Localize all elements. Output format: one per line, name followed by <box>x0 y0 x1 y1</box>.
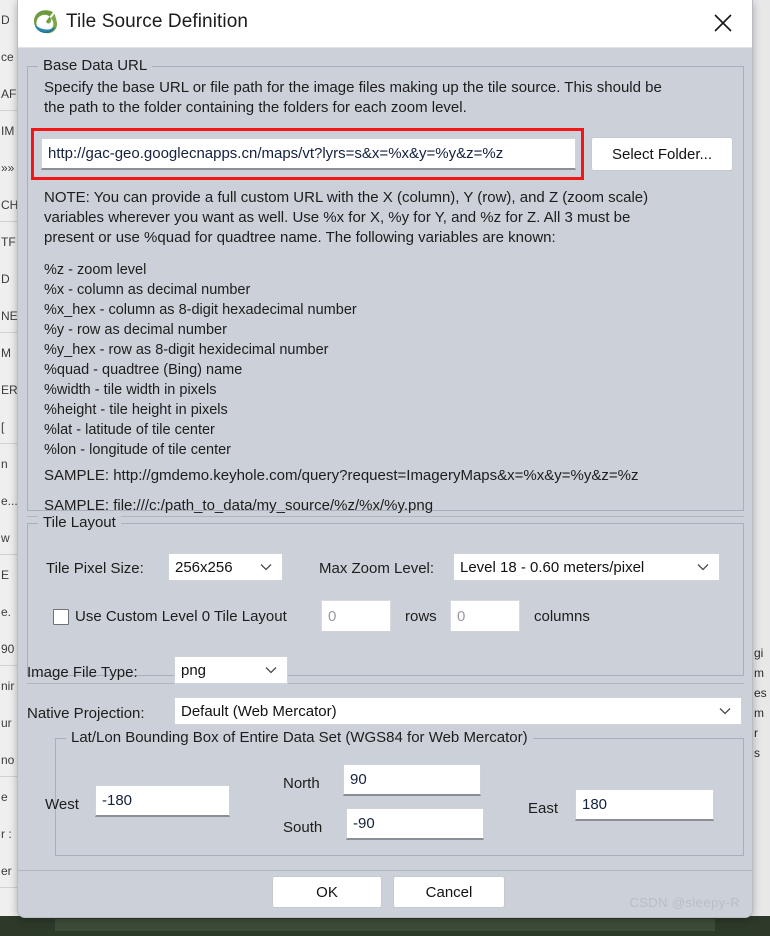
tile-pixel-size-label: Tile Pixel Size: <box>46 560 144 577</box>
background-text-fragment: w <box>1 531 10 545</box>
south-label: South <box>283 819 323 836</box>
max-zoom-level-select[interactable]: Level 18 - 0.60 meters/pixel <box>453 553 720 581</box>
variable-item: %lat - latitude of tile center <box>44 422 215 438</box>
select-folder-button[interactable]: Select Folder... <box>591 137 733 171</box>
background-text-fragment: AF <box>1 87 17 101</box>
tile-layout-group-label: Tile Layout <box>38 514 121 531</box>
background-text-fragment: M <box>1 346 11 360</box>
background-text-fragment: D <box>1 13 10 27</box>
checkbox-indicator[interactable] <box>53 608 69 625</box>
tile-layout-separator <box>27 516 744 517</box>
tile-pixel-size-value: 256x256 <box>175 558 233 576</box>
watermark: CSDN @sleepy-R <box>629 895 740 910</box>
background-text-fragment: m <box>754 666 764 680</box>
background-text-fragment: m <box>754 706 764 720</box>
ok-button[interactable]: OK <box>272 876 382 908</box>
image-file-type-separator <box>27 683 744 684</box>
background-text-fragment: gi <box>754 646 764 660</box>
background-text-fragment: nir <box>1 679 15 693</box>
use-custom-level0-checkbox[interactable]: Use Custom Level 0 Tile Layout <box>53 608 287 625</box>
north-input[interactable]: 90 <box>343 764 481 796</box>
columns-input[interactable]: 0 <box>450 600 520 632</box>
background-text-fragment: n <box>1 457 8 471</box>
image-file-type-select[interactable]: png <box>174 656 288 684</box>
chevron-down-icon <box>258 563 274 571</box>
background-text-fragment: s <box>754 746 760 760</box>
chevron-down-icon <box>695 563 711 571</box>
note-line1: NOTE: You can provide a full custom URL … <box>44 189 649 206</box>
image-file-type-value: png <box>181 661 207 679</box>
dialog-body: Base Data URL Specify the base URL or fi… <box>18 48 752 918</box>
background-text-fragment: ur <box>1 716 12 730</box>
cancel-button[interactable]: Cancel <box>393 876 505 908</box>
footer-separator <box>18 870 752 871</box>
chevron-down-icon <box>263 666 279 674</box>
variable-item: %lon - longitude of tile center <box>44 442 231 458</box>
globe-icon <box>32 9 59 36</box>
base-url-input[interactable]: http://gac-geo.googlecnapps.cn/maps/vt?l… <box>41 138 576 170</box>
background-text-fragment: [ <box>1 420 5 434</box>
background-text-fragment: ER <box>1 383 18 397</box>
image-file-type-label: Image File Type: <box>27 664 138 681</box>
variable-item: %x - column as decimal number <box>44 282 251 298</box>
background-text-fragment: e. <box>1 605 12 619</box>
background-text-fragment: r : <box>1 827 12 841</box>
background-text-fragment: E <box>1 568 10 582</box>
variable-item: %quad - quadtree (Bing) name <box>44 362 243 378</box>
rows-input[interactable]: 0 <box>321 600 391 632</box>
background-text-fragment: ce <box>1 50 14 64</box>
max-zoom-level-label: Max Zoom Level: <box>319 560 435 577</box>
variable-item: %width - tile width in pixels <box>44 382 217 398</box>
south-input[interactable]: -90 <box>346 808 484 840</box>
dialog-title-bar: Tile Source Definition <box>18 0 752 48</box>
west-label: West <box>45 796 79 813</box>
max-zoom-level-value: Level 18 - 0.60 meters/pixel <box>460 558 645 576</box>
background-text-fragment: no <box>1 753 15 767</box>
base-data-url-group-label: Base Data URL <box>38 57 153 74</box>
variable-item: %height - tile height in pixels <box>44 402 228 418</box>
background-text-fragment: NE <box>1 309 18 323</box>
tile-source-definition-dialog: Tile Source Definition Base Data URL Spe… <box>17 0 753 918</box>
chevron-down-icon <box>717 707 733 715</box>
east-label: East <box>528 800 559 817</box>
variable-item: %y_hex - row as 8-digit hexidecimal numb… <box>44 342 329 358</box>
east-input[interactable]: 180 <box>575 789 714 821</box>
background-text-fragment: e <box>1 790 8 804</box>
background-text-fragment: er <box>1 864 12 878</box>
background-bottom-band-inner <box>55 919 715 931</box>
native-projection-value: Default (Web Mercator) <box>181 702 337 720</box>
columns-label: columns <box>534 608 590 625</box>
sample-url-1: SAMPLE: http://gmdemo.keyhole.com/query?… <box>44 467 639 484</box>
native-projection-select[interactable]: Default (Web Mercator) <box>174 697 742 725</box>
note-line2: variables wherever you want as well. Use… <box>44 209 631 226</box>
dialog-title: Tile Source Definition <box>66 11 249 32</box>
use-custom-level0-label: Use Custom Level 0 Tile Layout <box>75 608 287 625</box>
background-right-panel: gi m es m r s <box>752 0 770 918</box>
variable-item: %z - zoom level <box>44 262 147 278</box>
background-bottom-band <box>0 916 770 936</box>
background-text-fragment: r <box>754 726 758 740</box>
base-url-description-line1: Specify the base URL or file path for th… <box>44 79 662 96</box>
bounding-box-group-label: Lat/Lon Bounding Box of Entire Data Set … <box>66 729 533 746</box>
rows-label: rows <box>405 608 437 625</box>
tile-pixel-size-select[interactable]: 256x256 <box>168 553 283 581</box>
variable-item: %x_hex - column as 8-digit hexadecimal n… <box>44 302 357 318</box>
north-label: North <box>283 775 320 792</box>
base-url-description-line2: the path to the folder containing the fo… <box>44 99 467 116</box>
background-text-fragment: »» <box>1 161 15 175</box>
background-text-fragment: 90 <box>1 642 15 656</box>
background-text-fragment: e... <box>1 494 18 508</box>
west-input[interactable]: -180 <box>95 785 230 817</box>
native-projection-label: Native Projection: <box>27 705 145 722</box>
background-text-fragment: CH <box>1 198 19 212</box>
note-line3: present or use %quad for quadtree name. … <box>44 229 556 246</box>
background-text-fragment: es <box>754 686 767 700</box>
background-text-fragment: TF <box>1 235 16 249</box>
sample-url-2: SAMPLE: file:///c:/path_to_data/my_sourc… <box>44 497 434 514</box>
background-text-fragment: IM <box>1 124 15 138</box>
background-text-fragment: D <box>1 272 10 286</box>
variable-item: %y - row as decimal number <box>44 322 227 338</box>
close-icon[interactable] <box>702 6 744 40</box>
